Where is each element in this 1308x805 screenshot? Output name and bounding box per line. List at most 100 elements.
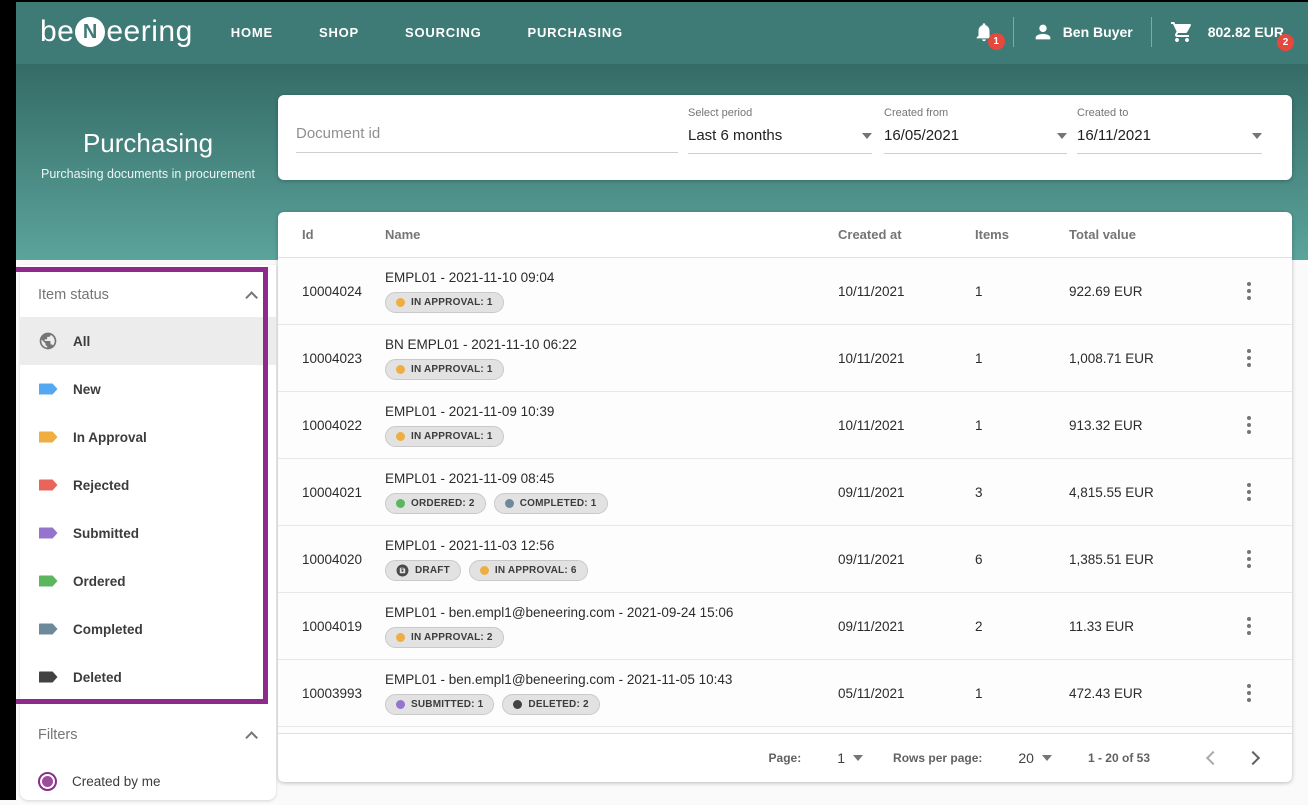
- tag-icon: [38, 523, 58, 543]
- dropdown-arrow-icon: [1042, 755, 1052, 761]
- cell-total-value: 11.33 EUR: [1069, 593, 1241, 659]
- select-period-field[interactable]: Select period Last 6 months: [688, 107, 872, 154]
- next-page-button[interactable]: [1246, 750, 1260, 764]
- nav-link-purchasing[interactable]: PURCHASING: [528, 25, 623, 40]
- table-row[interactable]: 10004021 EMPL01 - 2021-11-09 08:45 ORDER…: [278, 459, 1292, 526]
- dropdown-arrow-icon[interactable]: [1057, 133, 1067, 139]
- select-period-value: Last 6 months: [688, 127, 782, 144]
- navbar-divider: [1013, 17, 1014, 47]
- column-header-total-value[interactable]: Total value: [1069, 227, 1241, 242]
- row-menu-button[interactable]: [1241, 410, 1257, 440]
- collapse-chevron-icon[interactable]: [245, 291, 258, 304]
- row-menu-button[interactable]: [1241, 276, 1257, 306]
- sidebar-item-ordered[interactable]: Ordered: [20, 557, 276, 605]
- filters-section-header: Filters: [20, 701, 276, 757]
- cell-id: 10004022: [278, 392, 385, 458]
- sidebar-item-all[interactable]: All: [20, 317, 276, 365]
- filter-created-by-me[interactable]: Created by me: [20, 757, 276, 805]
- sidebar-item-new[interactable]: New: [20, 365, 276, 413]
- row-menu-button[interactable]: [1241, 611, 1257, 641]
- cell-name: EMPL01 - 2021-11-09 10:39 IN APPROVAL: 1: [385, 392, 838, 458]
- item-status-section-header: Item status: [20, 265, 276, 317]
- row-menu-button[interactable]: [1241, 477, 1257, 507]
- sidebar-item-rejected[interactable]: Rejected: [20, 461, 276, 509]
- item-status-title: Item status: [38, 287, 109, 303]
- user-menu-button[interactable]: Ben Buyer: [1032, 21, 1133, 43]
- row-menu-button[interactable]: [1241, 343, 1257, 373]
- sidebar-item-label: Rejected: [73, 478, 129, 493]
- dropdown-arrow-icon[interactable]: [1252, 133, 1262, 139]
- status-dot-icon: [505, 499, 514, 508]
- document-id-input[interactable]: [296, 125, 678, 142]
- sidebar-item-label: Ordered: [73, 574, 126, 589]
- radio-selected-icon[interactable]: [38, 772, 57, 791]
- row-menu-button[interactable]: [1241, 544, 1257, 574]
- sidebar-item-label: Completed: [73, 622, 143, 637]
- cell-created-at: 10/11/2021: [838, 325, 975, 391]
- cell-items: 1: [975, 392, 1069, 458]
- nav-link-sourcing[interactable]: SOURCING: [405, 25, 481, 40]
- collapse-chevron-icon[interactable]: [245, 731, 258, 744]
- table-row[interactable]: 10004023 BN EMPL01 - 2021-11-10 06:22 IN…: [278, 325, 1292, 392]
- select-period-label: Select period: [688, 107, 872, 119]
- column-header-created-at[interactable]: Created at: [838, 227, 975, 242]
- cell-items: 1: [975, 325, 1069, 391]
- sidebar-item-submitted[interactable]: Submitted: [20, 509, 276, 557]
- cell-created-at: 05/11/2021: [838, 660, 975, 726]
- column-header-items[interactable]: Items: [975, 227, 1069, 242]
- beneering-logo[interactable]: be N eering: [40, 15, 193, 49]
- cell-total-value: 1,385.51 EUR: [1069, 526, 1241, 592]
- dropdown-arrow-icon[interactable]: [862, 133, 872, 139]
- status-dot-icon: [396, 432, 405, 441]
- column-header-id[interactable]: Id: [278, 227, 385, 242]
- table-row[interactable]: 10004024 EMPL01 - 2021-11-10 09:04 IN AP…: [278, 258, 1292, 325]
- status-badge: COMPLETED: 1: [494, 493, 608, 514]
- created-to-value: 16/11/2021: [1077, 127, 1151, 144]
- cell-created-at: 10/11/2021: [838, 258, 975, 324]
- row-menu-button[interactable]: [1241, 678, 1257, 708]
- sidebar-item-completed[interactable]: Completed: [20, 605, 276, 653]
- status-badge: IN APPROVAL: 1: [385, 426, 504, 447]
- sidebar-item-label: Submitted: [73, 526, 139, 541]
- sidebar-item-deleted[interactable]: Deleted: [20, 653, 276, 701]
- document-name: EMPL01 - 2021-11-09 10:39: [385, 404, 554, 419]
- nav-link-shop[interactable]: SHOP: [319, 25, 359, 40]
- cart-button[interactable]: 2 802.82 EUR: [1170, 20, 1284, 44]
- created-to-label: Created to: [1077, 107, 1262, 119]
- cell-items: 2: [975, 593, 1069, 659]
- created-from-field[interactable]: Created from 16/05/2021: [884, 107, 1067, 154]
- table-row[interactable]: 10004019 EMPL01 - ben.empl1@beneering.co…: [278, 593, 1292, 660]
- document-name: EMPL01 - 2021-11-09 08:45: [385, 471, 554, 486]
- sidebar-item-label: In Approval: [73, 430, 147, 445]
- table-row[interactable]: 10004022 EMPL01 - 2021-11-09 10:39 IN AP…: [278, 392, 1292, 459]
- sidebar-item-in-approval[interactable]: In Approval: [20, 413, 276, 461]
- status-dot-icon: [396, 365, 405, 374]
- cell-items: 1: [975, 258, 1069, 324]
- status-badge-draft: DRAFT: [385, 560, 461, 581]
- rows-per-page-select[interactable]: 20: [1018, 750, 1052, 766]
- cell-created-at: 10/11/2021: [838, 392, 975, 458]
- tag-icon: [38, 379, 58, 399]
- cell-total-value: 922.69 EUR: [1069, 258, 1241, 324]
- table-row[interactable]: 10003993 EMPL01 - ben.empl1@beneering.co…: [278, 660, 1292, 727]
- tag-icon: [38, 667, 58, 687]
- created-to-field[interactable]: Created to 16/11/2021: [1077, 107, 1262, 154]
- table-row[interactable]: 10004020 EMPL01 - 2021-11-03 12:56 DRAFT…: [278, 526, 1292, 593]
- table-header-row: Id Name Created at Items Total value: [278, 212, 1292, 258]
- page-select[interactable]: 1: [837, 750, 863, 766]
- tag-icon: [38, 619, 58, 639]
- previous-page-button[interactable]: [1206, 750, 1220, 764]
- cart-icon: [1170, 20, 1194, 44]
- cell-created-at: 09/11/2021: [838, 593, 975, 659]
- cart-total: 802.82 EUR: [1208, 24, 1284, 40]
- documents-table-card: Id Name Created at Items Total value 100…: [278, 212, 1292, 782]
- notifications-button[interactable]: 1: [973, 21, 995, 43]
- column-header-name[interactable]: Name: [385, 227, 838, 242]
- status-dot-icon: [513, 700, 522, 709]
- cell-name: EMPL01 - ben.empl1@beneering.com - 2021-…: [385, 593, 838, 659]
- cell-name: EMPL01 - 2021-11-03 12:56 DRAFT IN APPRO…: [385, 526, 838, 592]
- cell-name: BN EMPL01 - 2021-11-10 06:22 IN APPROVAL…: [385, 325, 838, 391]
- nav-link-home[interactable]: HOME: [231, 25, 273, 40]
- status-dot-icon: [396, 499, 405, 508]
- cart-count-badge: 2: [1277, 34, 1294, 51]
